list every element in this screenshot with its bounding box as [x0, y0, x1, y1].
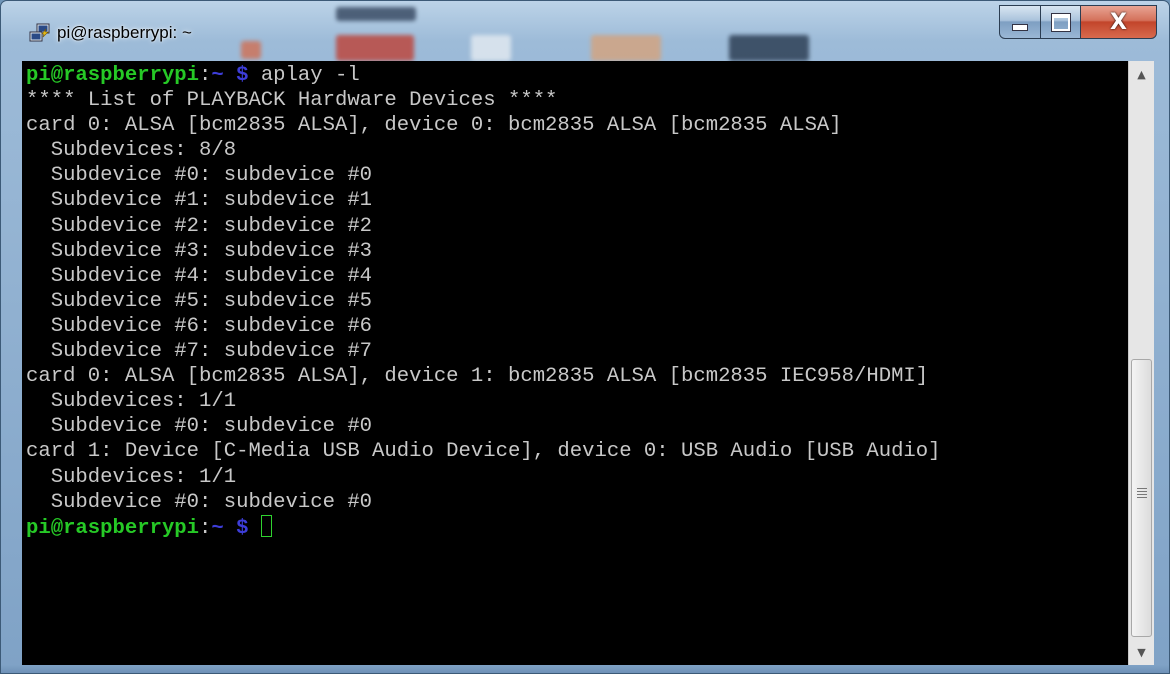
close-button[interactable]: X [1081, 5, 1157, 39]
output-line: Subdevice #0: subdevice #0 [26, 415, 373, 439]
prompt-colon: : [199, 64, 212, 87]
title-bar[interactable]: pi@raspberrypi: ~ X [1, 1, 1169, 61]
window-title: pi@raspberrypi: ~ [57, 23, 192, 42]
putty-icon[interactable] [29, 23, 51, 43]
output-line: Subdevice #7: subdevice #7 [26, 340, 373, 364]
window-bottom-border [1, 665, 1169, 673]
output-line: Subdevice #6: subdevice #6 [26, 314, 373, 338]
output-line: Subdevice #2: subdevice #2 [26, 214, 373, 238]
vertical-scrollbar[interactable]: ▲ ▼ [1128, 61, 1154, 665]
window-controls: X [999, 5, 1157, 41]
scrollbar-thumb[interactable] [1131, 359, 1152, 637]
output-line: Subdevices: 1/1 [26, 390, 237, 414]
output-line: Subdevices: 1/1 [26, 465, 237, 489]
output-line: Subdevices: 8/8 [26, 139, 237, 163]
prompt-dollar: $ [236, 516, 249, 540]
prompt-path: ~ [211, 64, 224, 87]
putty-window: pi@raspberrypi: ~ X pi@raspberrypi:~ $ a… [0, 0, 1170, 674]
minimize-button[interactable] [999, 5, 1041, 39]
output-line: **** List of PLAYBACK Hardware Devices *… [26, 89, 558, 113]
output-line: Subdevice #1: subdevice #1 [26, 189, 373, 213]
output-line: card 0: ALSA [bcm2835 ALSA], device 0: b… [26, 114, 842, 138]
prompt-path: ~ [211, 516, 224, 540]
output-line: Subdevice #4: subdevice #4 [26, 264, 373, 288]
scroll-up-arrow-icon[interactable]: ▲ [1129, 61, 1154, 87]
scroll-down-arrow-icon[interactable]: ▼ [1129, 639, 1154, 665]
terminal-area[interactable]: pi@raspberrypi:~ $ aplay -l **** List of… [22, 61, 1128, 665]
maximize-icon [1051, 13, 1070, 31]
output-line: Subdevice #0: subdevice #0 [26, 164, 373, 188]
close-icon: X [1110, 9, 1127, 35]
output-line: Subdevice #5: subdevice #5 [26, 289, 373, 313]
prompt-line: pi@raspberrypi:~ $ [26, 514, 1128, 540]
output-line: Subdevice #3: subdevice #3 [26, 239, 373, 263]
command-line: pi@raspberrypi:~ $ aplay -l [26, 63, 1128, 88]
prompt-colon: : [199, 516, 212, 540]
minimize-icon [1012, 23, 1028, 31]
prompt-user-host: pi@raspberrypi [26, 516, 200, 540]
output-line: card 0: ALSA [bcm2835 ALSA], device 1: b… [26, 365, 929, 389]
prompt-dollar: $ [236, 64, 249, 87]
grip-icon [1137, 488, 1147, 500]
command-text: aplay -l [260, 64, 360, 87]
maximize-button[interactable] [1041, 5, 1081, 39]
output-line: Subdevice #0: subdevice #0 [26, 490, 373, 514]
text-cursor[interactable] [260, 514, 272, 537]
output-line: card 1: Device [C-Media USB Audio Device… [26, 440, 941, 464]
prompt-user-host: pi@raspberrypi [26, 64, 200, 87]
